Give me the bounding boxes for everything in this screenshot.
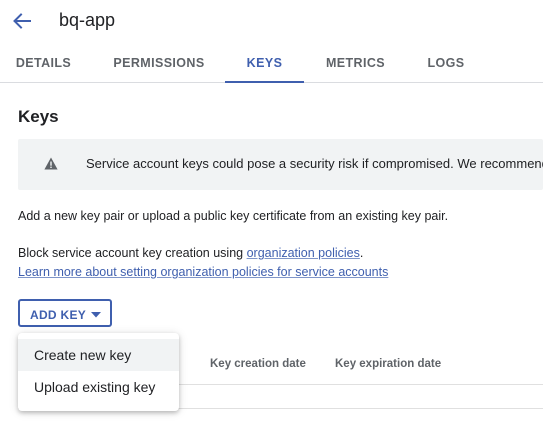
tab-bar: DETAILS PERMISSIONS KEYS METRICS LOGS	[0, 42, 543, 83]
block-creation-text: Block service account key creation using…	[18, 246, 363, 260]
section-title: Keys	[18, 107, 59, 126]
block-creation-label: Block service account key creation using	[18, 246, 247, 260]
keys-description: Add a new key pair or upload a public ke…	[18, 209, 449, 223]
tab-details[interactable]: DETAILS	[0, 42, 87, 82]
tab-permissions[interactable]: PERMISSIONS	[103, 42, 215, 82]
block-creation-period: .	[359, 246, 364, 260]
warning-text: Service account keys could pose a securi…	[86, 156, 543, 171]
menu-item-upload-existing-key[interactable]: Upload existing key	[18, 371, 179, 403]
add-key-button[interactable]: ADD KEY	[18, 299, 112, 327]
back-button[interactable]	[8, 8, 36, 34]
column-key-creation-date[interactable]: Key creation date	[210, 358, 306, 370]
tab-keys[interactable]: KEYS	[225, 42, 304, 83]
arrow-left-icon	[13, 13, 31, 29]
tab-metrics[interactable]: METRICS	[316, 42, 395, 82]
app-header: bq-app	[0, 0, 543, 42]
security-warning-banner: Service account keys could pose a securi…	[18, 139, 543, 190]
page-title: bq-app	[59, 10, 116, 30]
add-key-dropdown-menu: Create new key Upload existing key	[18, 333, 179, 411]
caret-down-icon	[91, 312, 101, 318]
warning-triangle-icon	[44, 157, 58, 170]
learn-more-link[interactable]: Learn more about setting organization po…	[18, 265, 388, 279]
add-key-label: ADD KEY	[30, 308, 87, 322]
menu-item-create-new-key[interactable]: Create new key	[18, 339, 179, 371]
learn-more-row: Learn more about setting organization po…	[18, 265, 388, 279]
organization-policies-link[interactable]: organization policies	[247, 246, 360, 260]
column-key-expiration-date[interactable]: Key expiration date	[335, 358, 441, 370]
tab-logs[interactable]: LOGS	[410, 42, 482, 82]
